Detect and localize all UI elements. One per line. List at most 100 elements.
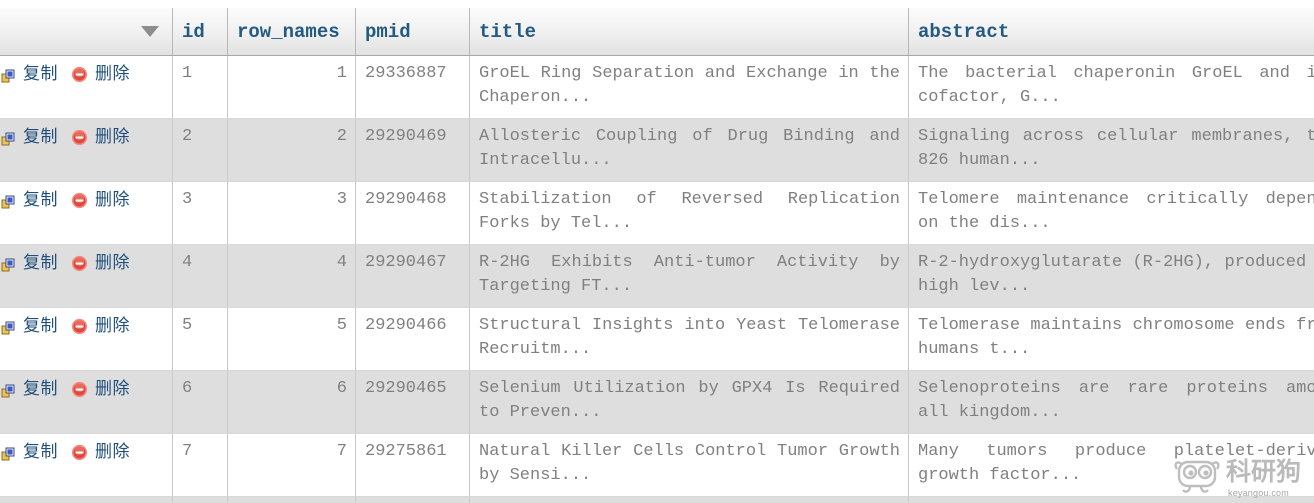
column-header-title-label: title — [479, 20, 537, 43]
delete-row-button[interactable]: 删除 — [71, 251, 130, 275]
cell-abstract: The immune system can mount T cell respo… — [908, 496, 1314, 503]
copy-icon — [1, 130, 16, 145]
copy-row-label: 复制 — [23, 127, 58, 146]
delete-icon — [71, 129, 88, 146]
delete-icon — [71, 66, 88, 83]
cell-id: 8 — [172, 496, 228, 503]
column-header-row-names-label: row_names — [237, 20, 340, 43]
copy-icon — [1, 256, 16, 271]
cell-row-names: 3 — [227, 181, 356, 245]
copy-row-button[interactable]: 复制 — [1, 314, 58, 338]
delete-row-button[interactable]: 删除 — [71, 377, 130, 401]
table-header: id row_names pmid title abstract isdone — [0, 8, 1314, 56]
cell-abstract: The bacterial chaperonin GroEL and its c… — [908, 55, 1314, 119]
copy-icon — [1, 193, 16, 208]
page-root: id row_names pmid title abstract isdone — [0, 0, 1314, 503]
cell-row-names: 1 — [227, 55, 356, 119]
cell-title: R-2HG Exhibits Anti-tumor Activity by Ta… — [469, 244, 909, 308]
copy-row-label: 复制 — [23, 442, 58, 461]
cell-row-names: 7 — [227, 433, 356, 497]
copy-row-button[interactable]: 复制 — [1, 62, 58, 86]
cell-abstract: Many tumors produce platelet-derived gro… — [908, 433, 1314, 497]
cell-row-names: 8 — [227, 496, 356, 503]
cell-pmid: 29275861 — [355, 433, 470, 497]
cell-row-names: 6 — [227, 370, 356, 434]
delete-row-label: 删除 — [95, 127, 130, 146]
column-header-pmid[interactable]: pmid — [355, 8, 470, 56]
copy-row-label: 复制 — [23, 64, 58, 83]
cell-pmid: 29290466 — [355, 307, 470, 371]
delete-icon — [71, 381, 88, 398]
table-row: 复制 删除 1 1 29336887 GroEL Ring Separation and … — [0, 55, 1314, 119]
row-actions-cell: 复制 删除 — [0, 307, 173, 371]
cell-title: Allosteric Coupling of Drug Binding and … — [469, 118, 909, 182]
copy-row-button[interactable]: 复制 — [1, 377, 58, 401]
cell-row-names: 5 — [227, 307, 356, 371]
copy-row-button[interactable]: 复制 — [1, 440, 58, 464]
cell-abstract: Selenoproteins are rare proteins among a… — [908, 370, 1314, 434]
cell-abstract: Telomerase maintains chromosome ends fro… — [908, 307, 1314, 371]
delete-icon — [71, 255, 88, 272]
column-header-abstract-label: abstract — [918, 20, 1010, 43]
delete-row-button[interactable]: 删除 — [71, 314, 130, 338]
table-row: 复制 删除 7 7 29275861 Natural Killer Cells Contr… — [0, 433, 1314, 497]
cell-title: GroEL Ring Separation and Exchange in th… — [469, 55, 909, 119]
copy-icon — [1, 382, 16, 397]
table-row: 复制 删除 6 6 29290465 Selenium Utilization by GP… — [0, 370, 1314, 434]
copy-row-label: 复制 — [23, 379, 58, 398]
row-actions-cell: 复制 删除 — [0, 244, 173, 308]
delete-row-label: 删除 — [95, 190, 130, 209]
table-row: 复制 删除 3 3 29290468 Stabilization of Reversed … — [0, 181, 1314, 245]
delete-icon — [71, 192, 88, 209]
copy-row-button[interactable]: 复制 — [1, 125, 58, 149]
cell-pmid: 29336887 — [355, 55, 470, 119]
delete-row-label: 删除 — [95, 442, 130, 461]
row-actions-cell: 复制删除 — [0, 496, 173, 503]
cell-id: 2 — [172, 118, 228, 182]
row-actions-cell: 复制 删除 — [0, 433, 173, 497]
delete-icon — [71, 318, 88, 335]
copy-row-label: 复制 — [23, 253, 58, 272]
copy-icon — [1, 445, 16, 460]
column-header-pmid-label: pmid — [365, 20, 411, 43]
table-row: 复制 删除 2 2 29290469 Allosteric Coupling of Dru… — [0, 118, 1314, 182]
cell-id: 5 — [172, 307, 228, 371]
row-actions-cell: 复制 删除 — [0, 118, 173, 182]
column-header-abstract[interactable]: abstract — [908, 8, 1314, 56]
copy-icon — [1, 319, 16, 334]
cell-id: 6 — [172, 370, 228, 434]
cell-id: 1 — [172, 55, 228, 119]
cell-id: 3 — [172, 181, 228, 245]
copy-row-label: 复制 — [23, 190, 58, 209]
sort-descending-icon[interactable] — [141, 25, 159, 37]
cell-pmid: 29275860 — [355, 496, 470, 503]
cell-title: Stabilization of Reversed Replication Fo… — [469, 181, 909, 245]
delete-row-label: 删除 — [95, 316, 130, 335]
copy-row-button[interactable]: 复制 — [1, 188, 58, 212]
table-row: 复制 删除 4 4 29290467 R-2HG Exhibits Anti-tumor … — [0, 244, 1314, 308]
table-row: 复制删除8829275860Antigen Identification for… — [0, 496, 1314, 503]
cell-pmid: 29290465 — [355, 370, 470, 434]
records-table: id row_names pmid title abstract isdone — [0, 8, 1314, 503]
column-header-id[interactable]: id — [172, 8, 228, 56]
cell-pmid: 29290467 — [355, 244, 470, 308]
delete-row-button[interactable]: 删除 — [71, 125, 130, 149]
cell-title: Structural Insights into Yeast Telomeras… — [469, 307, 909, 371]
delete-row-label: 删除 — [95, 64, 130, 83]
column-header-row-names[interactable]: row_names — [227, 8, 356, 56]
cell-pmid: 29290469 — [355, 118, 470, 182]
column-header-title[interactable]: title — [469, 8, 909, 56]
delete-row-label: 删除 — [95, 253, 130, 272]
copy-row-label: 复制 — [23, 316, 58, 335]
delete-row-button[interactable]: 删除 — [71, 440, 130, 464]
table-body: 复制 删除 1 1 29336887 GroEL Ring Separation and … — [0, 55, 1314, 503]
row-actions-cell: 复制 删除 — [0, 55, 173, 119]
delete-row-button[interactable]: 删除 — [71, 188, 130, 212]
delete-row-button[interactable]: 删除 — [71, 62, 130, 86]
row-actions-cell: 复制 删除 — [0, 370, 173, 434]
table-header-row: id row_names pmid title abstract isdone — [0, 8, 1314, 56]
cell-abstract: R-2-hydroxyglutarate (R-2HG), produced a… — [908, 244, 1314, 308]
delete-row-label: 删除 — [95, 379, 130, 398]
column-header-actions[interactable] — [0, 8, 173, 56]
copy-row-button[interactable]: 复制 — [1, 251, 58, 275]
